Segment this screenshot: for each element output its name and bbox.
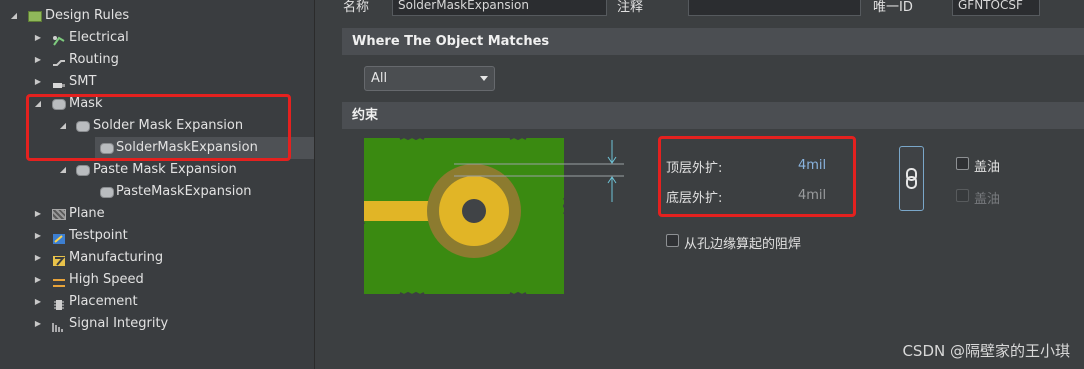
tree-item-label: Signal Integrity [69,316,169,331]
dim-arrow-up-icon [607,176,617,202]
rules-folder-icon [28,11,42,22]
tree-item-paste-mask-expansion[interactable]: ◢ Paste Mask Expansion [0,159,314,181]
tree-item-plane[interactable]: ▶ Plane [0,203,314,225]
tree-item-signal-integrity[interactable]: ▶ Signal Integrity [0,313,314,335]
name-input[interactable]: SolderMaskExpansion [392,0,607,16]
tree-item-label: Routing [69,52,119,67]
plane-icon [52,209,66,220]
match-scope-dropdown[interactable]: All [364,66,495,91]
rule-icon [100,187,114,198]
collapsed-arrow-icon[interactable]: ▶ [33,27,43,49]
tent-bottom-checkbox[interactable] [956,189,969,202]
placement-icon [52,297,66,310]
testpoint-icon [52,231,66,244]
collapsed-arrow-icon[interactable]: ▶ [33,49,43,71]
rules-tree-panel: ◢ Design Rules ▶ Electrical ▶ Routing ▶ … [0,0,315,369]
watermark-text: CSDN @隔壁家的王小琪 [902,342,1070,360]
comment-label: 注释 [617,0,644,15]
tent-bottom-label: 盖油 [974,192,1001,207]
tent-top-label: 盖油 [974,160,1001,175]
tree-item-high-speed[interactable]: ▶ High Speed [0,269,314,291]
expanded-arrow-icon[interactable]: ◢ [58,159,68,181]
routing-icon [52,55,66,66]
tree-item-label: PasteMaskExpansion [116,184,252,199]
tree-item-label: Design Rules [45,8,130,23]
constraints-header: 约束 [342,102,1084,129]
mask-icon [76,165,90,176]
collapsed-arrow-icon[interactable]: ▶ [33,225,43,247]
unique-id-input[interactable]: GFNTOCSF [952,0,1040,16]
from-hole-edge-checkbox[interactable] [666,234,679,247]
comment-input[interactable] [688,0,861,16]
chevron-down-icon [480,76,488,81]
drill-hole [462,199,486,223]
collapsed-arrow-icon[interactable]: ▶ [33,247,43,269]
tree-item-routing[interactable]: ▶ Routing [0,49,314,71]
collapsed-arrow-icon[interactable]: ▶ [33,313,43,335]
tree-item-pastemaskexpansion-rule[interactable]: PasteMaskExpansion [95,181,314,203]
tent-top-checkbox[interactable] [956,157,969,170]
tree-item-label: Manufacturing [69,250,164,265]
signal-integrity-icon [52,319,66,332]
tree-item-smt[interactable]: ▶ SMT [0,71,314,93]
collapsed-arrow-icon[interactable]: ▶ [33,269,43,291]
chain-link-icon [906,168,917,189]
manufacturing-icon [52,253,66,266]
tree-item-label: Electrical [69,30,129,45]
high-speed-icon [52,275,66,287]
dim-arrow-down-icon [607,140,617,164]
tree-item-manufacturing[interactable]: ▶ Manufacturing [0,247,314,269]
tree-item-label: High Speed [69,272,144,287]
tree-item-placement[interactable]: ▶ Placement [0,291,314,313]
tree-item-testpoint[interactable]: ▶ Testpoint [0,225,314,247]
from-hole-edge-label: 从孔边缘算起的阻焊 [684,237,802,252]
tree-item-design-rules[interactable]: ◢ Design Rules [0,5,314,27]
highlight-box-tree [26,94,291,161]
tree-item-label: Placement [69,294,138,309]
smt-icon [52,77,66,88]
solder-mask-diagram [364,138,624,294]
highlight-box-constraints [658,136,856,217]
tree-item-label: Paste Mask Expansion [93,162,237,177]
expanded-arrow-icon[interactable]: ◢ [9,5,19,27]
tree-item-electrical[interactable]: ▶ Electrical [0,27,314,49]
tree-item-label: Plane [69,206,105,221]
name-label: 名称 [343,0,370,15]
collapsed-arrow-icon[interactable]: ▶ [33,291,43,313]
unique-id-label: 唯一ID [873,0,913,15]
dropdown-value: All [371,71,388,86]
where-matches-header: Where The Object Matches [342,28,1084,55]
tree-item-label: SMT [69,74,97,89]
link-values-button[interactable] [899,146,924,211]
collapsed-arrow-icon[interactable]: ▶ [33,71,43,93]
tree-item-label: Testpoint [69,228,128,243]
electrical-icon [52,33,66,46]
collapsed-arrow-icon[interactable]: ▶ [33,203,43,225]
